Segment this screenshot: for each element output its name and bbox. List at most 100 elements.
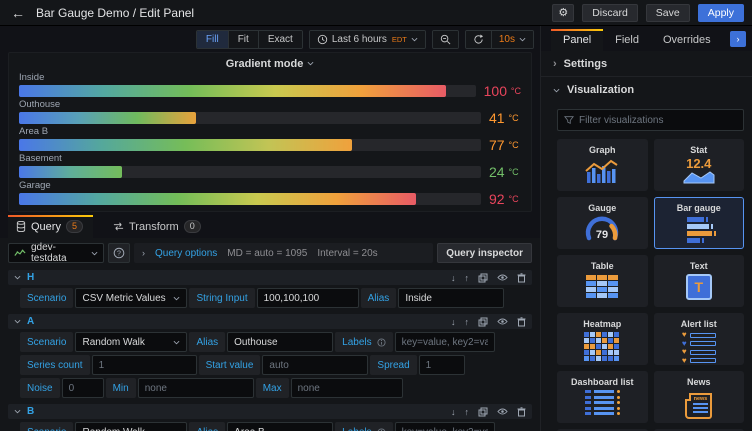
eye-icon[interactable] [497, 273, 508, 282]
visualization-section-toggle[interactable]: Visualization [541, 77, 752, 103]
viz-card-dashboard-list[interactable]: Dashboard list [557, 371, 648, 423]
scenario-select[interactable]: Random Walk [75, 422, 188, 431]
labels-field[interactable] [394, 422, 495, 431]
query-inspector-button[interactable]: Query inspector [437, 243, 532, 263]
eye-icon[interactable] [497, 407, 508, 416]
spread-field[interactable] [418, 355, 465, 375]
options-sidebar: Panel Field Overrides › › Settings Visua… [540, 26, 752, 431]
query-ref-id: B [27, 406, 35, 417]
heatmap-icon [584, 332, 620, 361]
collapse-pane-button[interactable]: › [730, 31, 746, 47]
gauge-track [19, 193, 481, 205]
viz-filter-input[interactable] [579, 114, 737, 126]
duplicate-icon[interactable] [478, 407, 488, 417]
noise-field[interactable] [61, 378, 104, 398]
datasource-select[interactable]: gdev-testdata [8, 242, 104, 264]
refresh-icon [474, 33, 483, 44]
scenario-select[interactable]: CSV Metric Values [75, 288, 188, 308]
gear-icon: ⚙ [558, 7, 569, 19]
back-arrow-icon[interactable]: ← [8, 5, 28, 21]
duplicate-icon[interactable] [478, 273, 488, 283]
start-value-field[interactable] [262, 355, 369, 375]
zoom-out-group [431, 29, 459, 49]
refresh-interval-dropdown[interactable]: 10s [490, 30, 533, 48]
apply-button[interactable]: Apply [697, 3, 744, 22]
query-options-toggle[interactable]: › Query options MD = auto = 1095 Interva… [134, 243, 434, 263]
panel-title-menu[interactable]: Gradient mode [19, 56, 521, 71]
gauge-label: Outhouse [19, 99, 61, 110]
viz-card-heatmap[interactable]: Heatmap [557, 313, 648, 365]
tab-query[interactable]: Query 5 [8, 215, 93, 238]
gauge-row: Outhouse 41 °C [19, 99, 521, 125]
gauge-row: Basement 24 °C [19, 153, 521, 179]
duplicate-icon[interactable] [478, 317, 488, 327]
viz-card-text[interactable]: Text T [653, 255, 744, 307]
fill-option[interactable]: Fill [196, 30, 228, 48]
datasource-help-button[interactable]: ? [108, 243, 130, 263]
query-header[interactable]: A ↓ ↑ [8, 314, 532, 329]
discard-button[interactable]: Discard [582, 3, 638, 22]
move-up-icon[interactable]: ↑ [465, 317, 470, 327]
gauge-label: Garage [19, 180, 51, 191]
trash-icon[interactable] [517, 272, 526, 283]
alias-field[interactable] [227, 422, 334, 431]
viz-card-stat[interactable]: Stat 12.4 [653, 139, 744, 191]
gauge-value: 77 °C [489, 137, 519, 153]
info-circle-icon[interactable] [377, 337, 386, 347]
tab-panel[interactable]: Panel [551, 29, 604, 51]
gauge-row: Area B 77 °C [19, 126, 521, 152]
series-count-field[interactable] [91, 355, 197, 375]
alias-field[interactable] [398, 288, 505, 308]
save-button[interactable]: Save [645, 3, 690, 22]
viz-card-news[interactable]: News news [653, 371, 744, 423]
gauge-row: Inside 100 °C [19, 72, 521, 98]
query-header[interactable]: B ↓ ↑ [8, 404, 532, 419]
query-header[interactable]: H ↓ ↑ [8, 270, 532, 285]
eye-icon[interactable] [497, 317, 508, 326]
scenario-select[interactable]: Random Walk [75, 332, 188, 352]
min-field[interactable] [137, 378, 254, 398]
move-down-icon[interactable]: ↓ [451, 273, 456, 283]
chevron-right-icon: › [553, 57, 557, 70]
move-up-icon[interactable]: ↑ [465, 273, 470, 283]
trash-icon[interactable] [517, 316, 526, 327]
chevron-down-icon [519, 37, 526, 41]
top-header: ← Bar Gauge Demo / Edit Panel ⚙ Discard … [0, 0, 752, 26]
move-down-icon[interactable]: ↓ [451, 317, 456, 327]
refresh-group: 10s [464, 29, 534, 49]
query-field-row: Scenario CSV Metric Values String Input … [20, 288, 532, 308]
tab-overrides[interactable]: Overrides [651, 29, 723, 51]
tab-transform[interactable]: Transform 0 [105, 215, 211, 238]
panel-settings-gear-button[interactable]: ⚙ [552, 3, 575, 22]
database-icon [16, 221, 26, 232]
gauge-value: 100 °C [483, 83, 521, 99]
alias-field[interactable] [227, 332, 334, 352]
exact-option[interactable]: Exact [257, 30, 302, 48]
viz-card-alert-list[interactable]: Alert list ♥ ♥ ♥ ♥ [653, 313, 744, 365]
max-field[interactable] [290, 378, 403, 398]
refresh-interval-label: 10s [498, 33, 515, 45]
refresh-button[interactable] [465, 30, 491, 48]
viz-card-bar-gauge[interactable]: Bar gauge [653, 197, 744, 249]
move-down-icon[interactable]: ↓ [451, 407, 456, 417]
visualization-label: Visualization [567, 84, 635, 96]
time-range-picker[interactable]: Last 6 hours EDT [309, 30, 425, 48]
fit-option[interactable]: Fit [227, 30, 258, 48]
trash-icon[interactable] [517, 406, 526, 417]
viz-card-table[interactable]: Table [557, 255, 648, 307]
gauge-track [19, 166, 481, 178]
labels-field[interactable] [394, 332, 495, 352]
string-input-field[interactable] [256, 288, 359, 308]
zoom-out-button[interactable] [432, 30, 458, 48]
field-label: Spread [370, 355, 417, 375]
gauge-fill [19, 139, 352, 151]
settings-section-toggle[interactable]: › Settings [541, 51, 752, 77]
time-zone-label: EDT [391, 34, 407, 44]
gauge-fill [19, 112, 196, 124]
viz-card-gauge[interactable]: Gauge 79 [557, 197, 648, 249]
viz-card-graph[interactable]: Graph [557, 139, 648, 191]
query-ref-id: A [27, 316, 35, 327]
move-up-icon[interactable]: ↑ [465, 407, 470, 417]
info-circle-icon[interactable] [377, 427, 386, 431]
tab-field[interactable]: Field [603, 29, 651, 51]
